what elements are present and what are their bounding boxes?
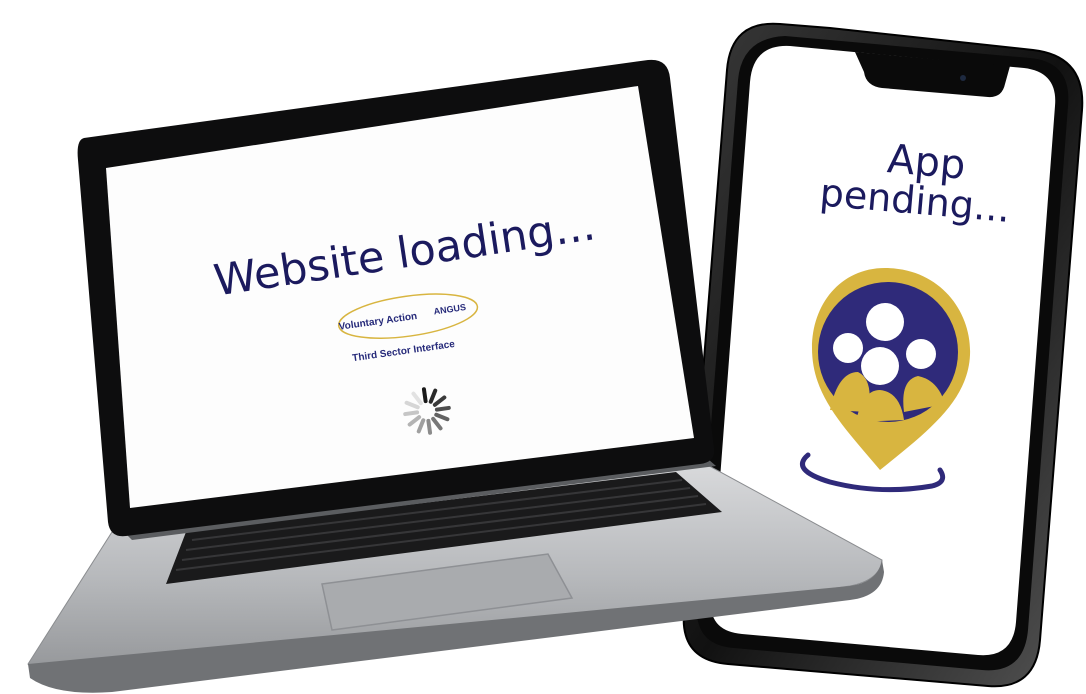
devices-illustration: App pending... Website loading... Volunt… — [27, 22, 1084, 693]
phone-camera-icon — [960, 75, 966, 81]
